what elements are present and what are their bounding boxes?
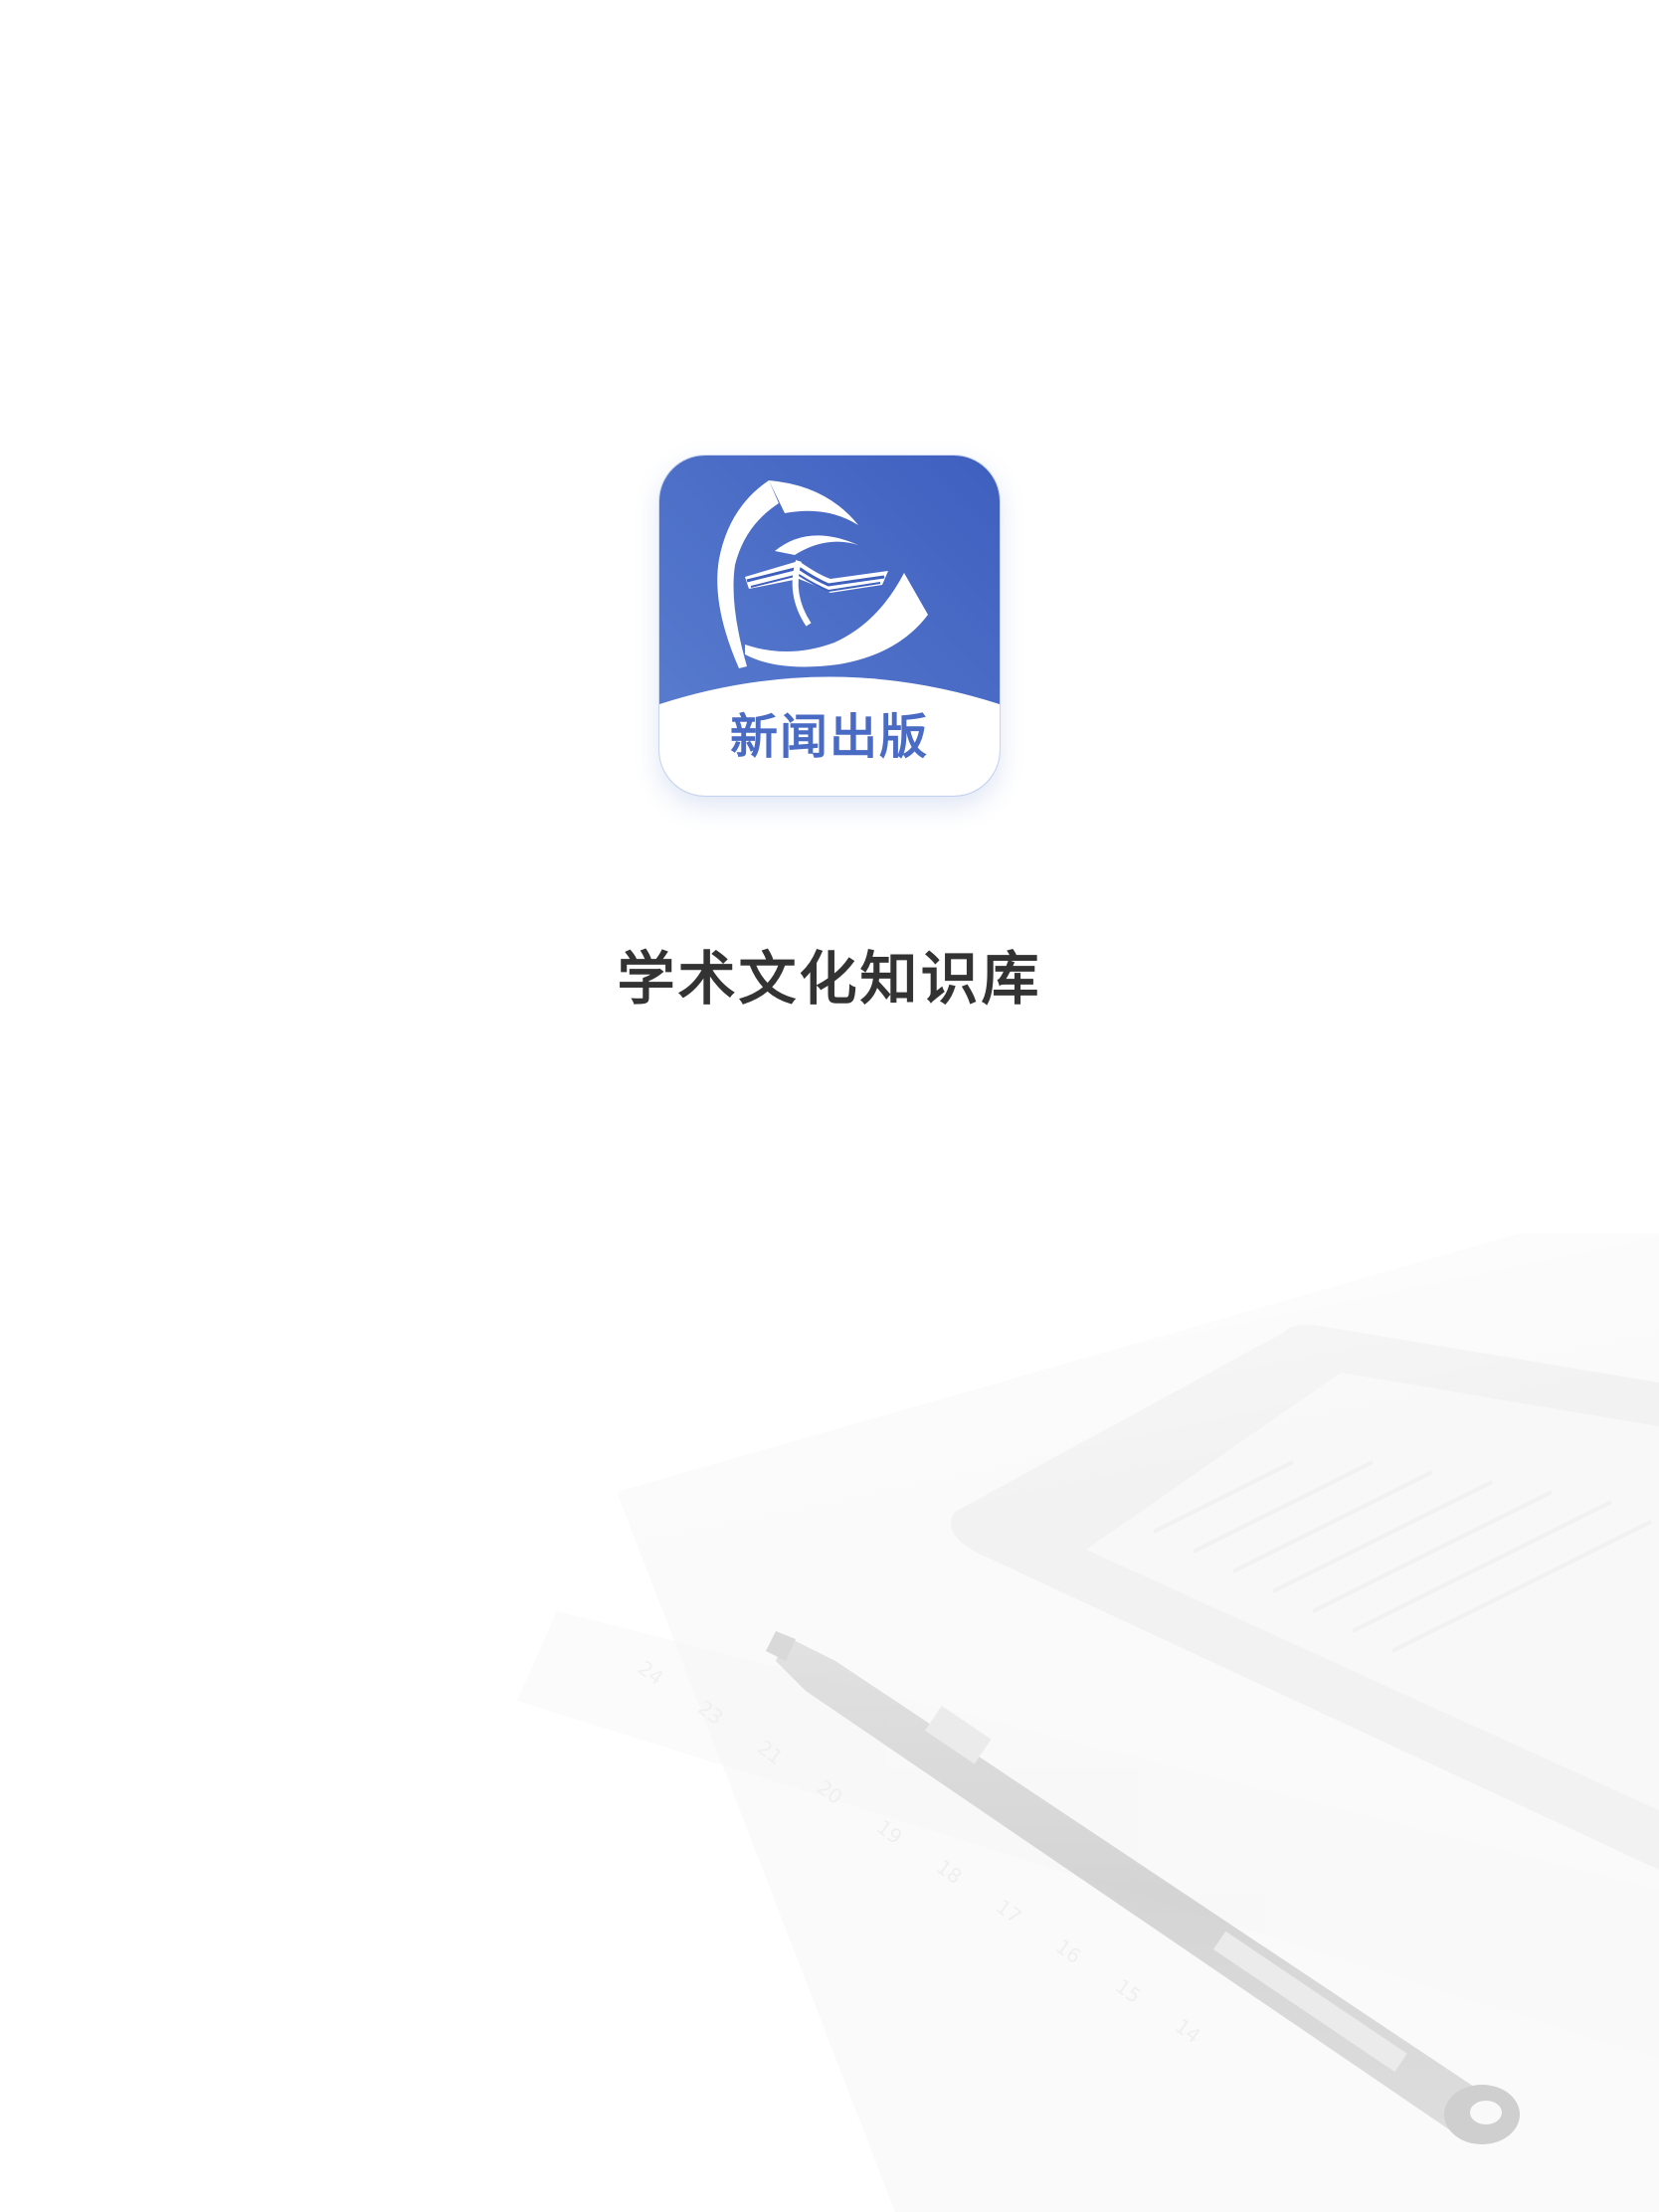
app-tagline: 学术文化知识库 (617, 945, 1042, 1013)
app-icon: 新闻出版 (659, 456, 1000, 796)
splash-screen: 24 23 21 20 19 18 17 16 15 14 (0, 0, 1659, 2212)
app-icon-label: 新闻出版 (729, 709, 929, 765)
background-ereader-pen-image: 24 23 21 20 19 18 17 16 15 14 (0, 1233, 1659, 2212)
